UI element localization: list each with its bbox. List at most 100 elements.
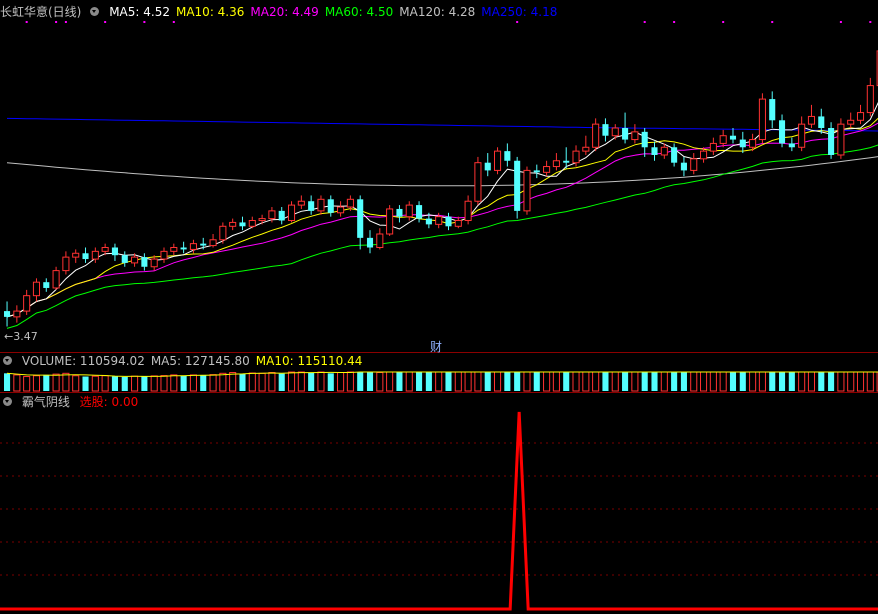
volume-bar-up (749, 371, 757, 392)
volume-bar-up (856, 371, 865, 392)
candle-body-up (660, 146, 668, 156)
volume-bar-down (445, 372, 452, 391)
signal-dot (839, 21, 842, 23)
volume-bar-down (671, 372, 678, 391)
candle-body-up (189, 243, 197, 250)
volume-bar-up (464, 371, 472, 392)
candle-body-up (690, 158, 698, 171)
volume-bar-down (141, 376, 148, 391)
signal-dot (25, 21, 28, 23)
candle-body-up (219, 225, 227, 241)
candle-body-up (52, 270, 60, 289)
candle-body-up (32, 281, 41, 297)
candle-body-up (337, 206, 345, 214)
volume-bar-up (317, 371, 325, 392)
candle-body-up (209, 239, 217, 247)
candle-body-up (317, 198, 325, 212)
volume-bar-up (709, 371, 717, 392)
volume-bar-up (494, 371, 502, 392)
volume-bar-down (239, 373, 246, 391)
candle-body-down (818, 116, 825, 128)
candle-body-up (258, 218, 266, 222)
volume-bar-down (180, 375, 187, 391)
candle-body-up (346, 198, 354, 208)
candle-body-down (533, 170, 540, 173)
signal-dot (516, 21, 519, 23)
candle-body-down (357, 199, 364, 238)
volume-bar-up (72, 375, 80, 392)
volume-bar-up (552, 371, 560, 392)
volume-bar-up (297, 371, 305, 392)
candle-body-up (856, 112, 865, 121)
volume-bar-up (346, 371, 354, 392)
candle-body-down (141, 257, 148, 267)
low-price-label: ←3.47 (4, 330, 38, 343)
signal-dot (771, 21, 774, 23)
volume-bar-down (563, 372, 570, 391)
candle-body-down (729, 135, 737, 140)
volume-bar-up (189, 374, 197, 392)
candle-body-up (150, 258, 158, 268)
volume-bar-down (200, 375, 207, 391)
candle-body-down (445, 216, 452, 227)
volume-bar-up (62, 372, 70, 392)
candle-body-up (405, 204, 413, 218)
volume-bar-down (484, 372, 491, 391)
volume-bar-up (847, 371, 855, 392)
finance-marker[interactable]: 财 (430, 338, 442, 355)
volume-bar-up (631, 371, 639, 392)
volume-bar-down (729, 372, 737, 391)
volume-bar-up (160, 375, 168, 392)
volume-bar-up (807, 371, 816, 392)
volume-bar-up (592, 371, 600, 392)
candle-body-up (631, 131, 639, 141)
volume-bar-down (121, 376, 128, 391)
ma250-line (6, 117, 878, 132)
kline-chart[interactable] (0, 0, 878, 614)
volume-bar-down (602, 372, 609, 391)
candle-body-up (13, 310, 21, 318)
candle-body-down (200, 243, 207, 246)
candle-body-up (435, 216, 443, 225)
signal-dot (869, 21, 872, 23)
signal-dot (643, 21, 646, 23)
volume-bar-down (111, 376, 118, 391)
volume-bar-up (91, 375, 99, 392)
candle-body-down (514, 160, 521, 211)
candle-body-up (866, 85, 874, 114)
volume-bar-up (719, 371, 727, 392)
candle-body-up (474, 162, 482, 202)
candle-body-down (778, 120, 786, 144)
signal-dot (143, 21, 146, 23)
volume-bar-up (837, 371, 845, 392)
candle-body-up (494, 150, 502, 171)
candle-body-up (297, 200, 305, 206)
candle-body-down (416, 205, 423, 219)
volume-bar-down (739, 372, 746, 391)
candle-body-up (464, 200, 472, 222)
volume-bar-up (700, 371, 708, 392)
volume-bar-up (150, 375, 158, 392)
volume-bar-down (651, 372, 658, 391)
candle-body-down (484, 162, 491, 171)
candle-body-up (454, 220, 462, 227)
volume-bar-up (13, 374, 21, 392)
candle-body-down (641, 131, 648, 148)
volume-bar-up (474, 371, 482, 392)
candle-body-down (366, 237, 374, 248)
volume-bar-down (769, 372, 776, 391)
volume-bar-down (308, 372, 315, 391)
volume-bar-up (405, 371, 413, 392)
volume-bar-up (258, 372, 266, 392)
candle-body-down (111, 247, 118, 256)
volume-bar-down (680, 372, 687, 391)
candle-body-up (386, 208, 394, 235)
candle-body-down (43, 282, 50, 288)
volume-bar-down (514, 372, 521, 391)
volume-bar-up (660, 371, 668, 392)
signal-dot (172, 21, 175, 23)
candle-body-up (101, 246, 109, 252)
volume-bar-up (386, 371, 394, 392)
candle-body-up (170, 246, 178, 252)
candle-body-down (4, 311, 11, 317)
